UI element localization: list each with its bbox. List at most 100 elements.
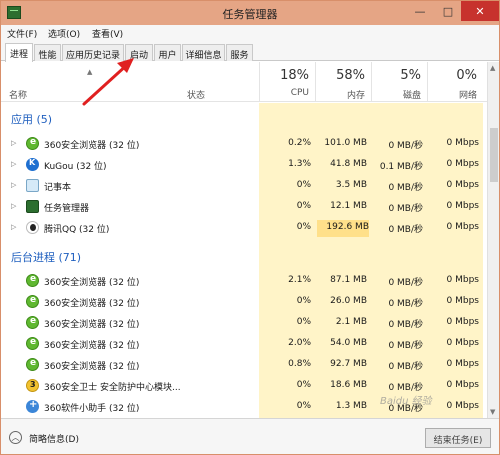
end-task-button[interactable]: 结束任务(E) — [425, 428, 491, 448]
process-memory: 41.8 MB — [330, 159, 367, 169]
title-bar[interactable]: 任务管理器 — □ ✕ — [1, 1, 499, 25]
disk-total: 5% — [400, 68, 421, 83]
memory-label: 内存 — [346, 91, 365, 101]
process-network: 0 Mbps — [446, 380, 479, 390]
disk-label: 磁盘 — [402, 91, 421, 101]
chevron-up-icon[interactable]: ︿ — [9, 431, 22, 444]
tab-app-history[interactable]: 应用历史记录 — [62, 44, 124, 61]
360-safe-icon — [26, 379, 39, 392]
process-memory: 92.7 MB — [330, 359, 367, 369]
table-row[interactable]: ▷ 记事本 0% 3.5 MB 0 MB/秒 0 Mbps — [1, 176, 487, 197]
process-cpu: 2.0% — [288, 338, 311, 348]
process-memory: 87.1 MB — [330, 275, 367, 285]
table-row[interactable]: 360安全浏览器 (32 位) 0% 26.0 MB 0 MB/秒 0 Mbps — [1, 292, 487, 313]
process-name: 360安全浏览器 (32 位) — [44, 320, 140, 330]
table-row[interactable]: 360安全浏览器 (32 位) 0% 2.1 MB 0 MB/秒 0 Mbps — [1, 313, 487, 334]
process-network: 0 Mbps — [446, 201, 479, 211]
process-memory: 2.1 MB — [335, 317, 367, 327]
process-memory: 3.5 MB — [335, 180, 367, 190]
group-background[interactable]: 后台进程 (71) — [11, 249, 81, 265]
column-disk[interactable]: 5% 磁盘 — [371, 62, 427, 102]
process-name: 任务管理器 — [44, 204, 90, 214]
browser-360-icon — [26, 337, 39, 350]
process-name: 360安全浏览器 (32 位) — [44, 362, 140, 372]
process-disk: 0 MB/秒 — [388, 225, 423, 235]
tab-startup[interactable]: 启动 — [125, 44, 153, 61]
maximize-button[interactable]: □ — [433, 1, 463, 21]
process-disk: 0 MB/秒 — [388, 362, 423, 372]
column-status[interactable]: 状态 — [187, 88, 205, 101]
menu-bar: 文件(F) 选项(O) 查看(V) — [1, 25, 499, 42]
network-label: 网络 — [458, 91, 477, 101]
process-cpu: 0% — [296, 380, 311, 390]
expand-icon[interactable]: ▷ — [11, 202, 16, 210]
browser-360-icon — [26, 295, 39, 308]
process-disk: 0 MB/秒 — [388, 141, 423, 151]
process-cpu: 0% — [296, 180, 311, 190]
process-memory: 12.1 MB — [330, 201, 367, 211]
process-memory: 101.0 MB — [324, 138, 367, 148]
table-row[interactable]: 360安全浏览器 (32 位) 0.8% 92.7 MB 0 MB/秒 0 Mb… — [1, 355, 487, 376]
close-button[interactable]: ✕ — [461, 1, 499, 21]
expand-icon[interactable]: ▷ — [11, 223, 16, 231]
process-disk: 0 MB/秒 — [388, 320, 423, 330]
menu-file[interactable]: 文件(F) — [7, 27, 37, 40]
table-row[interactable]: ▷ KuGou (32 位) 1.3% 41.8 MB 0.1 MB/秒 0 M… — [1, 155, 487, 176]
column-name[interactable]: 名称 — [9, 88, 27, 101]
process-name: 360安全浏览器 (32 位) — [44, 278, 140, 288]
browser-360-icon — [26, 358, 39, 371]
process-memory: 54.0 MB — [330, 338, 367, 348]
process-name: 360软件小助手 (32 位) — [44, 404, 140, 414]
tab-details[interactable]: 详细信息 — [182, 44, 225, 61]
column-network[interactable]: 0% 网络 — [427, 62, 483, 102]
network-total: 0% — [456, 68, 477, 83]
expand-icon[interactable]: ▷ — [11, 139, 16, 147]
scroll-up-icon[interactable]: ▲ — [490, 64, 495, 72]
process-cpu: 1.3% — [288, 159, 311, 169]
process-cpu: 0% — [296, 201, 311, 211]
cpu-total: 18% — [280, 68, 309, 83]
process-network: 0 Mbps — [446, 359, 479, 369]
tab-services[interactable]: 服务 — [226, 44, 253, 61]
process-memory: 18.6 MB — [330, 380, 367, 390]
column-memory[interactable]: 58% 内存 — [315, 62, 371, 102]
process-name: 360安全浏览器 (32 位) — [44, 141, 140, 151]
process-cpu: 2.1% — [288, 275, 311, 285]
column-cpu[interactable]: 18% CPU — [259, 62, 315, 102]
process-name: 360安全浏览器 (32 位) — [44, 299, 140, 309]
group-apps[interactable]: 应用 (5) — [11, 111, 52, 127]
sort-caret-icon: ▲ — [87, 68, 93, 76]
task-manager-window: 任务管理器 — □ ✕ 文件(F) 选项(O) 查看(V) 进程 性能 应用历史… — [0, 0, 500, 455]
kugou-icon — [26, 158, 39, 171]
scroll-thumb[interactable] — [490, 128, 498, 182]
process-network: 0 Mbps — [446, 275, 479, 285]
table-row[interactable]: ▷ 任务管理器 0% 12.1 MB 0 MB/秒 0 Mbps — [1, 197, 487, 218]
column-header: ▲ 名称 状态 18% CPU 58% 内存 5% 磁盘 0% 网络 — [1, 62, 487, 102]
process-cpu: 0.2% — [288, 138, 311, 148]
menu-view[interactable]: 查看(V) — [92, 27, 123, 40]
process-network: 0 Mbps — [446, 138, 479, 148]
task-manager-icon — [26, 200, 39, 213]
process-cpu: 0.8% — [288, 359, 311, 369]
process-memory: 26.0 MB — [330, 296, 367, 306]
table-row[interactable]: 360安全浏览器 (32 位) 2.1% 87.1 MB 0 MB/秒 0 Mb… — [1, 271, 487, 292]
cpu-label: CPU — [290, 88, 309, 98]
menu-options[interactable]: 选项(O) — [48, 27, 80, 40]
table-row[interactable]: ▷ 360安全浏览器 (32 位) 0.2% 101.0 MB 0 MB/秒 0… — [1, 134, 487, 155]
vertical-scrollbar[interactable]: ▲ ▼ — [487, 62, 499, 418]
minimize-button[interactable]: — — [405, 1, 435, 21]
tab-users[interactable]: 用户 — [154, 44, 181, 61]
tab-performance[interactable]: 性能 — [34, 44, 61, 61]
expand-icon[interactable]: ▷ — [11, 181, 16, 189]
process-cpu: 0% — [296, 222, 311, 232]
process-network: 0 Mbps — [446, 159, 479, 169]
brief-info-link[interactable]: 简略信息(D) — [29, 432, 79, 445]
tab-processes[interactable]: 进程 — [5, 43, 33, 62]
process-name: 360安全浏览器 (32 位) — [44, 341, 140, 351]
scroll-down-icon[interactable]: ▼ — [490, 408, 495, 416]
process-disk: 0 MB/秒 — [388, 278, 423, 288]
table-row[interactable]: 360安全浏览器 (32 位) 2.0% 54.0 MB 0 MB/秒 0 Mb… — [1, 334, 487, 355]
process-memory: 1.3 MB — [335, 401, 367, 411]
expand-icon[interactable]: ▷ — [11, 160, 16, 168]
table-row[interactable]: ▷ 腾讯QQ (32 位) 0% 192.6 MB 0 MB/秒 0 Mbps — [1, 218, 487, 239]
